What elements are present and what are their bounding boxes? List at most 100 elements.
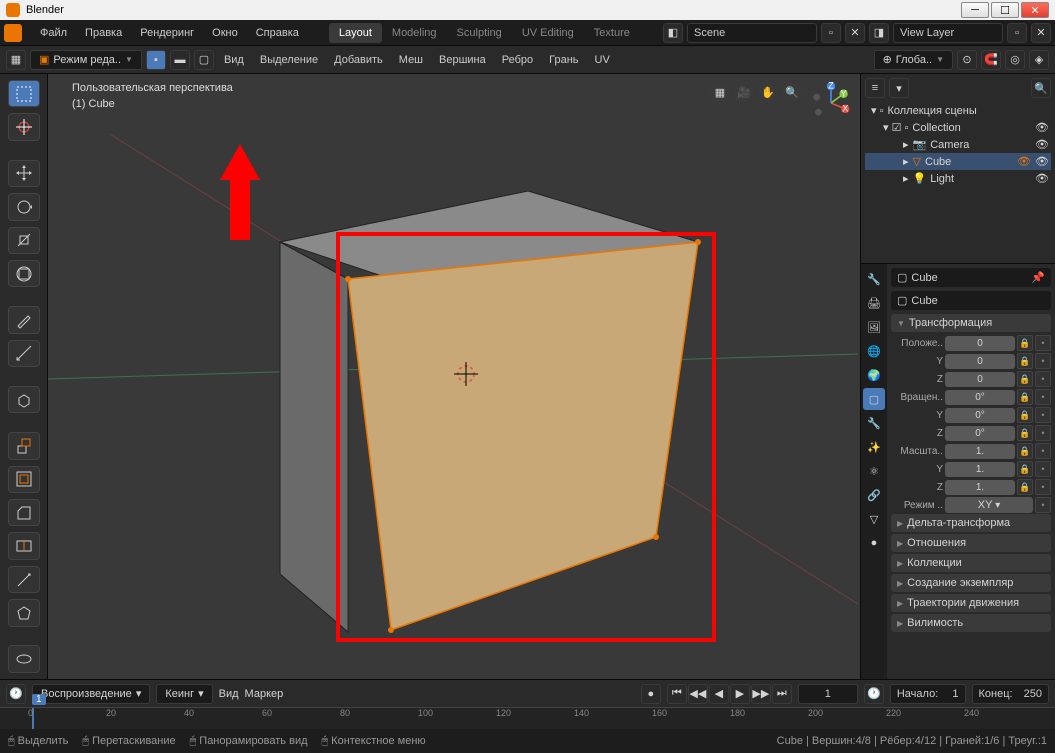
proptab-viewlayer[interactable]: 🖼 [863, 316, 885, 338]
mode-dropdown[interactable]: ▣Режим реда..▼ [30, 50, 142, 70]
jump-start-icon[interactable]: ⏮ [667, 684, 687, 704]
eye-icon[interactable]: 👁 [1035, 121, 1049, 134]
keying-dropdown[interactable]: Кеинг ▾ [156, 684, 212, 704]
viewlayer-new-icon[interactable]: ▫ [1007, 23, 1027, 43]
header-add[interactable]: Добавить [328, 50, 389, 70]
scene-browse-icon[interactable]: ◧ [663, 23, 683, 43]
tool-extrude[interactable] [8, 432, 40, 459]
autokeying-icon[interactable]: ● [641, 684, 661, 704]
menu-help[interactable]: Справка [248, 23, 307, 43]
header-vertex[interactable]: Вершина [433, 50, 492, 70]
header-edge[interactable]: Ребро [496, 50, 539, 70]
start-frame[interactable]: Начало: 1 [890, 684, 966, 704]
tool-cursor[interactable] [8, 113, 40, 140]
tab-sculpting[interactable]: Sculpting [447, 23, 512, 43]
camera-view-icon[interactable]: ▦ [710, 82, 730, 102]
tree-cube[interactable]: ▸ ▽ Cube👁👁 [865, 153, 1051, 170]
tool-scale[interactable] [8, 227, 40, 254]
tab-uvediting[interactable]: UV Editing [512, 23, 584, 43]
pivot-icon[interactable]: ⊙ [957, 50, 977, 70]
editor-type-icon[interactable]: ▦ [6, 50, 26, 70]
tool-polybuild[interactable] [8, 599, 40, 626]
panel-instance[interactable]: Создание экземпляр [891, 574, 1051, 592]
maximize-button[interactable]: ☐ [991, 2, 1019, 18]
tool-spin[interactable] [8, 645, 40, 672]
prop-name-field[interactable]: ▢ Cube [891, 291, 1051, 310]
vertex-mode-button[interactable]: ▪ [146, 50, 166, 70]
panel-collections[interactable]: Коллекции [891, 554, 1051, 572]
proptab-scene[interactable]: 🌐 [863, 340, 885, 362]
tool-move[interactable] [8, 160, 40, 187]
timeline-ruler[interactable]: 1 020406080100120140160180200220240 [0, 707, 1055, 729]
movie-icon[interactable]: 🎥 [734, 82, 754, 102]
tool-select-box[interactable] [8, 80, 40, 107]
current-frame[interactable]: 1 [798, 684, 858, 704]
tree-collection[interactable]: ▾ ☑ ▫ Collection👁 [865, 119, 1051, 136]
blender-icon[interactable] [4, 24, 22, 42]
proptab-constraint[interactable]: 🔗 [863, 484, 885, 506]
proptab-material[interactable]: ● [863, 532, 885, 554]
next-keyframe-icon[interactable]: ▶▶ [751, 684, 771, 704]
minimize-button[interactable]: ─ [961, 2, 989, 18]
propedit-icon[interactable]: ◎ [1005, 50, 1025, 70]
proptab-output[interactable]: 🖨 [863, 292, 885, 314]
header-view[interactable]: Вид [218, 50, 250, 70]
lock-icon[interactable]: 🔒 [1017, 335, 1033, 351]
play-icon[interactable]: ▶ [730, 684, 750, 704]
header-select[interactable]: Выделение [254, 50, 324, 70]
tree-scene[interactable]: ▾ ▫ Коллекция сцены [865, 102, 1051, 119]
tool-transform[interactable] [8, 260, 40, 287]
tab-layout[interactable]: Layout [329, 23, 382, 43]
timeline-type-icon[interactable]: 🕐 [6, 684, 26, 704]
scene-delete-icon[interactable]: ✕ [845, 23, 865, 43]
proptab-world[interactable]: 🌍 [863, 364, 885, 386]
search-icon[interactable]: 🔍 [1031, 78, 1051, 98]
prop-breadcrumb[interactable]: ▢ Cube 📌 [891, 268, 1051, 287]
menu-edit[interactable]: Правка [77, 23, 130, 43]
timeline-marker[interactable]: Маркер [245, 688, 284, 700]
menu-file[interactable]: Файл [32, 23, 75, 43]
outliner-display-icon[interactable]: ▾ [889, 78, 909, 98]
header-face[interactable]: Грань [543, 50, 584, 70]
viewlayer-field[interactable]: View Layer [893, 23, 1003, 43]
tab-texture[interactable]: Texture [584, 23, 640, 43]
tool-annotate[interactable] [8, 306, 40, 333]
proptab-render[interactable]: 🔧 [863, 268, 885, 290]
proptab-data[interactable]: ▽ [863, 508, 885, 530]
proptab-physics[interactable]: ⚛ [863, 460, 885, 482]
panel-transform[interactable]: Трансформация [891, 314, 1051, 332]
viewlayer-delete-icon[interactable]: ✕ [1031, 23, 1051, 43]
tool-knife[interactable] [8, 566, 40, 593]
viewport[interactable]: Пользовательская перспектива (1) Cube [48, 74, 860, 679]
overlays-icon[interactable]: ◈ [1029, 50, 1049, 70]
jump-end-icon[interactable]: ⏭ [772, 684, 792, 704]
tool-inset[interactable] [8, 466, 40, 493]
close-button[interactable]: ✕ [1021, 2, 1049, 18]
tool-add-cube[interactable] [8, 386, 40, 413]
edge-mode-button[interactable]: ▬ [170, 50, 190, 70]
zoom-icon[interactable]: 🔍 [782, 82, 802, 102]
timeline-view[interactable]: Вид [219, 688, 239, 700]
snap-icon[interactable]: 🧲 [981, 50, 1001, 70]
tool-loopcut[interactable] [8, 532, 40, 559]
menu-window[interactable]: Окно [204, 23, 246, 43]
tree-camera[interactable]: ▸ 📷 Camera👁 [865, 136, 1051, 153]
tool-bevel[interactable] [8, 499, 40, 526]
play-reverse-icon[interactable]: ◀ [709, 684, 729, 704]
viewlayer-browse-icon[interactable]: ◨ [869, 23, 889, 43]
scene-new-icon[interactable]: ▫ [821, 23, 841, 43]
scene-field[interactable]: Scene [687, 23, 817, 43]
proptab-object[interactable]: ▢ [863, 388, 885, 410]
tool-rotate[interactable] [8, 193, 40, 220]
preview-range-icon[interactable]: 🕐 [864, 684, 884, 704]
header-mesh[interactable]: Меш [393, 50, 429, 70]
playback-dropdown[interactable]: Воспроизведение ▾ [32, 684, 150, 704]
orientation-dropdown[interactable]: ⊕ Глоба..▼ [874, 50, 953, 70]
prev-keyframe-icon[interactable]: ◀◀ [688, 684, 708, 704]
end-frame[interactable]: Конец: 250 [972, 684, 1050, 704]
tool-measure[interactable] [8, 340, 40, 367]
panel-delta[interactable]: Дельта-трансформа [891, 514, 1051, 532]
face-mode-button[interactable]: ▢ [194, 50, 214, 70]
panel-motion[interactable]: Траектории движения [891, 594, 1051, 612]
tree-light[interactable]: ▸ 💡 Light👁 [865, 170, 1051, 187]
